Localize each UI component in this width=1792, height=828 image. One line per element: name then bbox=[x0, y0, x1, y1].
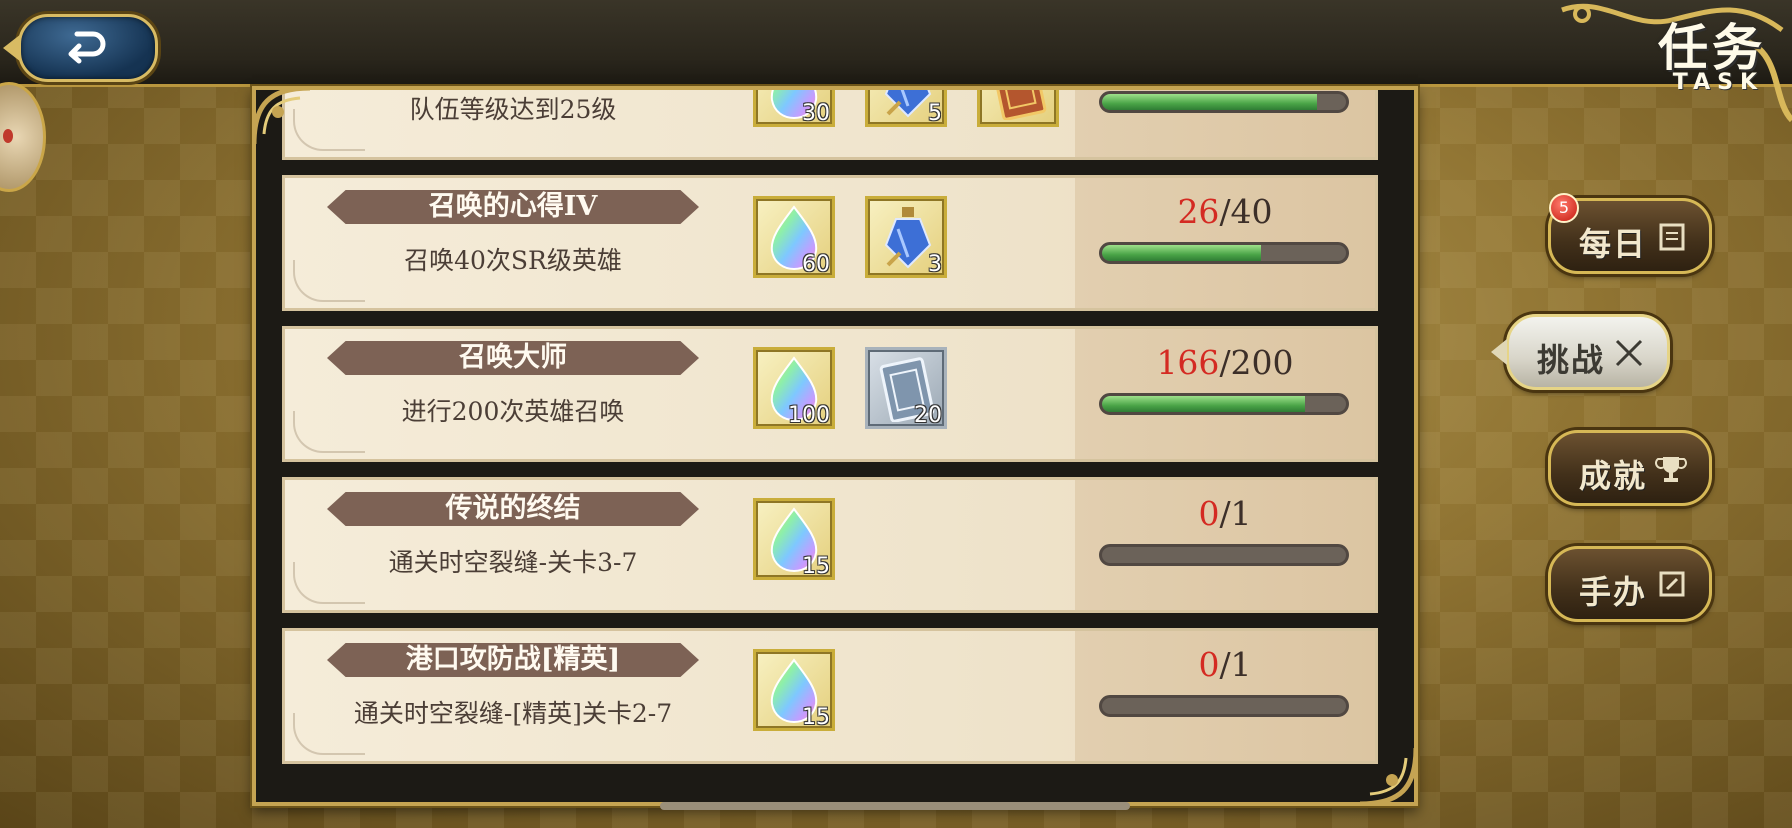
task-card[interactable]: 召唤大师进行200次英雄召唤 100 20 166/200 bbox=[282, 326, 1378, 462]
reward-item[interactable]: 60 bbox=[753, 196, 835, 278]
corner-ornament-icon bbox=[1359, 747, 1414, 802]
progress-bar bbox=[1099, 544, 1349, 566]
tab-figure[interactable]: 手办 bbox=[1548, 546, 1712, 622]
task-name: 召唤的心得IV bbox=[428, 191, 598, 222]
task-list[interactable]: 成长V队伍等级达到25级30522/25召唤的心得IV召唤40次SR级英雄603… bbox=[282, 90, 1378, 779]
scrollbar[interactable] bbox=[660, 802, 1130, 810]
corner-ornament-icon bbox=[256, 90, 311, 145]
progress-bar bbox=[1099, 695, 1349, 717]
progress-total: /200 bbox=[1219, 343, 1294, 382]
notification-badge: 5 bbox=[1549, 193, 1579, 223]
progress-current: 26 bbox=[1177, 192, 1220, 231]
tab-label: 每日 bbox=[1579, 225, 1648, 263]
progress-bar bbox=[1099, 242, 1349, 264]
task-description: 通关时空裂缝-关卡3-7 bbox=[388, 548, 638, 577]
reward-count: 20 bbox=[914, 403, 942, 428]
task-description: 进行200次英雄召唤 bbox=[401, 397, 625, 426]
reward-count: 15 bbox=[802, 554, 830, 579]
reward-count: 15 bbox=[802, 705, 830, 730]
task-card[interactable]: 召唤的心得IV 召唤40次SR级英雄 60 3 26/40 bbox=[282, 175, 1378, 311]
progress-current: 0 bbox=[1198, 645, 1220, 684]
task-description: 通关时空裂缝-[精英]关卡2-7 bbox=[353, 699, 673, 728]
reward-item[interactable]: 100 bbox=[753, 347, 835, 429]
tab-label: 成就 bbox=[1579, 457, 1648, 495]
reward-item[interactable]: 15 bbox=[753, 498, 835, 580]
progress-bar-fill bbox=[1102, 245, 1261, 261]
reward-item[interactable]: 3 bbox=[865, 196, 947, 278]
progress-current: 0 bbox=[1198, 494, 1220, 533]
task-name: 港口攻防战[精英] bbox=[405, 644, 621, 675]
task-description: 召唤40次SR级英雄 bbox=[404, 246, 622, 275]
crossed-swords-icon bbox=[1613, 337, 1645, 373]
progress-current: 166 bbox=[1156, 343, 1220, 382]
reward-item[interactable]: 30 bbox=[753, 90, 835, 127]
progress-total: /40 bbox=[1219, 192, 1273, 231]
progress-box: 0/1 bbox=[1075, 480, 1375, 610]
task-description: 队伍等级达到25级 bbox=[409, 95, 617, 124]
task-name: 召唤大师 bbox=[459, 342, 567, 373]
progress-text: 0/1 bbox=[1075, 494, 1375, 534]
progress-box: 26/40 bbox=[1075, 178, 1375, 308]
trophy-icon bbox=[1655, 453, 1687, 489]
progress-text: 166/200 bbox=[1075, 343, 1375, 383]
progress-box: 166/200 bbox=[1075, 329, 1375, 459]
progress-total: /1 bbox=[1219, 645, 1252, 684]
task-card[interactable]: 港口攻防战[精英] 通关时空裂缝-[精英]关卡2-7 15 0/1 bbox=[282, 628, 1378, 764]
tab-achievement[interactable]: 成就 bbox=[1548, 430, 1712, 506]
reward-item[interactable]: 15 bbox=[753, 649, 835, 731]
reward-item[interactable]: 20 bbox=[865, 347, 947, 429]
reward-item[interactable]: 5 bbox=[865, 90, 947, 127]
top-bar bbox=[0, 0, 1792, 87]
task-list-panel: 成长V队伍等级达到25级30522/25召唤的心得IV召唤40次SR级英雄603… bbox=[252, 86, 1418, 806]
task-card[interactable]: 成长V队伍等级达到25级30522/25 bbox=[282, 90, 1378, 160]
progress-total: /1 bbox=[1219, 494, 1252, 533]
tab-label: 挑战 bbox=[1537, 341, 1606, 379]
reward-count: 3 bbox=[928, 252, 942, 277]
return-arrow-icon bbox=[68, 31, 106, 64]
progress-text: 26/40 bbox=[1075, 192, 1375, 232]
box-icon bbox=[1657, 569, 1687, 603]
progress-bar bbox=[1099, 91, 1349, 113]
tab-label: 手办 bbox=[1579, 573, 1648, 611]
scroll-icon bbox=[1657, 221, 1687, 257]
task-card[interactable]: 传说的终结通关时空裂缝-关卡3-7 15 0/1 bbox=[282, 477, 1378, 613]
reward-count: 60 bbox=[802, 252, 830, 277]
tab-daily[interactable]: 5 每日 bbox=[1548, 193, 1712, 274]
reward-count: 100 bbox=[788, 403, 830, 428]
tab-challenge[interactable]: 挑战 bbox=[1491, 314, 1670, 390]
progress-box: 0/1 bbox=[1075, 631, 1375, 761]
progress-bar bbox=[1099, 393, 1349, 415]
reward-count: 30 bbox=[802, 101, 830, 126]
progress-bar-fill bbox=[1102, 94, 1317, 110]
progress-text: 0/1 bbox=[1075, 645, 1375, 685]
page-title: 任务 TASK bbox=[1542, 0, 1792, 123]
progress-bar-fill bbox=[1102, 396, 1305, 412]
reward-item[interactable] bbox=[977, 90, 1059, 127]
reward-count: 5 bbox=[928, 101, 942, 126]
task-name: 传说的终结 bbox=[445, 493, 581, 524]
back-button[interactable] bbox=[3, 14, 158, 82]
progress-box: 22/25 bbox=[1075, 90, 1375, 157]
title-english: TASK bbox=[1672, 70, 1764, 95]
